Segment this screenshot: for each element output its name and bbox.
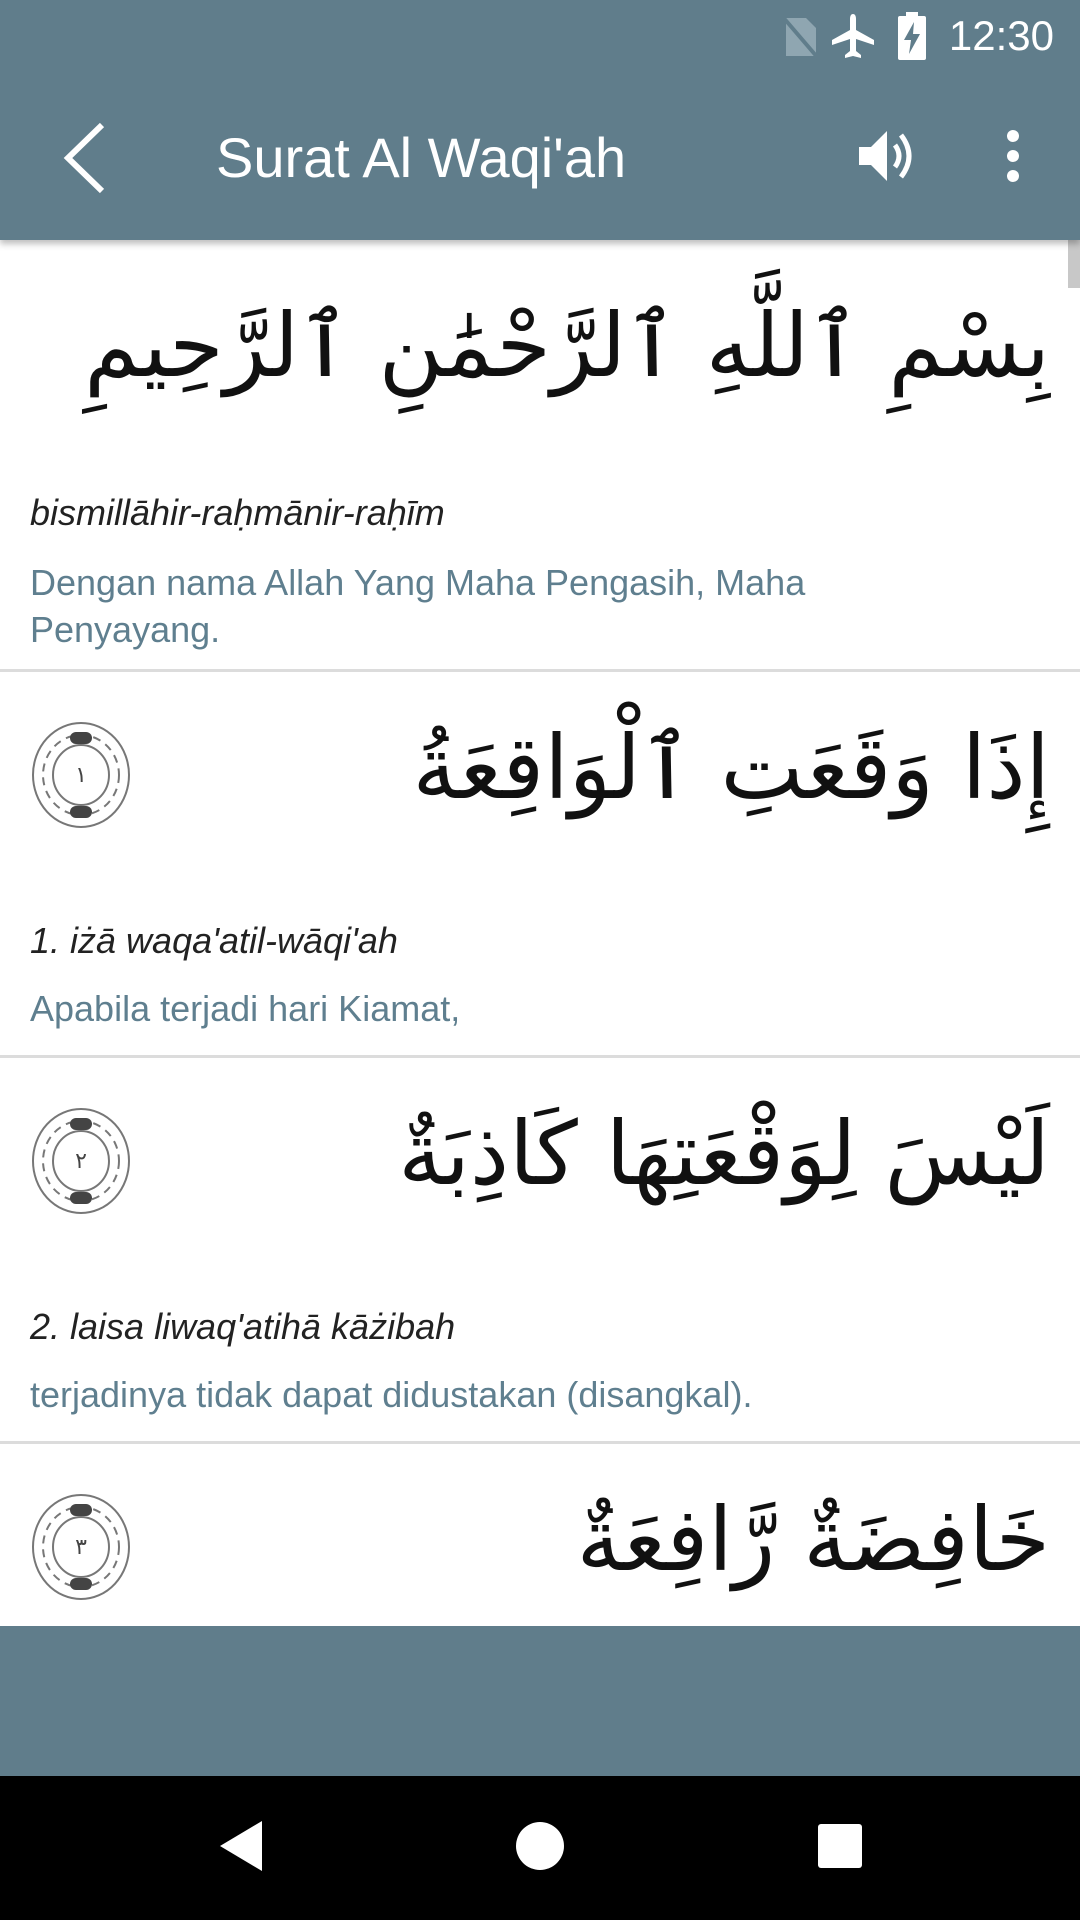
nav-home-icon bbox=[514, 1820, 566, 1876]
navigation-bar bbox=[0, 1776, 1080, 1920]
verse-number-badge: ٣ bbox=[30, 1492, 132, 1602]
arabic-text: إِذَا وَقَعَتِ ٱلْوَاقِعَةُ bbox=[412, 716, 1050, 819]
basmala-block[interactable]: بِسْمِ ٱللَّهِ ٱلرَّحْمَٰنِ ٱلرَّحِيمِ b… bbox=[0, 240, 1080, 672]
toolbar: Surat Al Waqi'ah bbox=[0, 75, 1080, 240]
verse-item[interactable]: ١ إِذَا وَقَعَتِ ٱلْوَاقِعَةُ 1. iżā waq… bbox=[0, 672, 1080, 1058]
verse-list[interactable]: بِسْمِ ٱللَّهِ ٱلرَّحْمَٰنِ ٱلرَّحِيمِ b… bbox=[0, 240, 1080, 1626]
verse-item[interactable]: ٣ خَافِضَةٌ رَّافِعَةٌ bbox=[0, 1444, 1080, 1626]
bottom-panel bbox=[0, 1626, 1080, 1776]
verse-number-badge: ١ bbox=[30, 720, 132, 830]
arabic-text: خَافِضَةٌ رَّافِعَةٌ bbox=[576, 1488, 1050, 1591]
airplane-mode-icon bbox=[830, 12, 876, 64]
verse-number: ١ bbox=[75, 762, 87, 788]
translation-text: Dengan nama Allah Yang Maha Pengasih, Ma… bbox=[30, 562, 806, 650]
verse-item[interactable]: ٢ لَيْسَ لِوَقْعَتِهَا كَاذِبَةٌ 2. lais… bbox=[0, 1058, 1080, 1444]
translation-text: terjadinya tidak dapat didustakan (disan… bbox=[30, 1374, 753, 1415]
translation-text: Apabila terjadi hari Kiamat, bbox=[30, 988, 461, 1029]
verse-number: ٣ bbox=[75, 1534, 87, 1560]
latin-transliteration: 2. laisa liwaq'atihā kāżibah bbox=[30, 1306, 456, 1347]
nav-back-button[interactable] bbox=[196, 1803, 286, 1893]
verse-number-badge: ٢ bbox=[30, 1106, 132, 1216]
status-bar: 12:30 bbox=[0, 0, 1080, 75]
battery-charging-icon bbox=[898, 12, 926, 64]
nav-recents-icon bbox=[817, 1823, 863, 1873]
back-button[interactable] bbox=[40, 115, 130, 205]
latin-transliteration: 1. iżā waqa'atil-wāqi'ah bbox=[30, 920, 398, 961]
nav-recents-button[interactable] bbox=[795, 1803, 885, 1893]
nav-back-icon bbox=[216, 1819, 266, 1877]
more-vert-icon bbox=[1005, 130, 1021, 186]
more-options-button[interactable] bbox=[968, 113, 1058, 203]
arabic-text: بِسْمِ ٱللَّهِ ٱلرَّحْمَٰنِ ٱلرَّحِيمِ bbox=[84, 294, 1050, 397]
page-title: Surat Al Waqi'ah bbox=[216, 126, 627, 189]
back-arrow-icon bbox=[60, 121, 110, 199]
verse-number: ٢ bbox=[75, 1148, 87, 1174]
latin-transliteration: bismillāhir-raḥmānir-raḥīm bbox=[30, 492, 445, 533]
sound-button[interactable] bbox=[842, 113, 932, 203]
arabic-text: لَيْسَ لِوَقْعَتِهَا كَاذِبَةٌ bbox=[398, 1102, 1050, 1205]
volume-icon bbox=[857, 129, 917, 187]
status-time: 12:30 bbox=[948, 12, 1054, 59]
no-sim-icon bbox=[780, 12, 820, 64]
nav-home-button[interactable] bbox=[495, 1803, 585, 1893]
